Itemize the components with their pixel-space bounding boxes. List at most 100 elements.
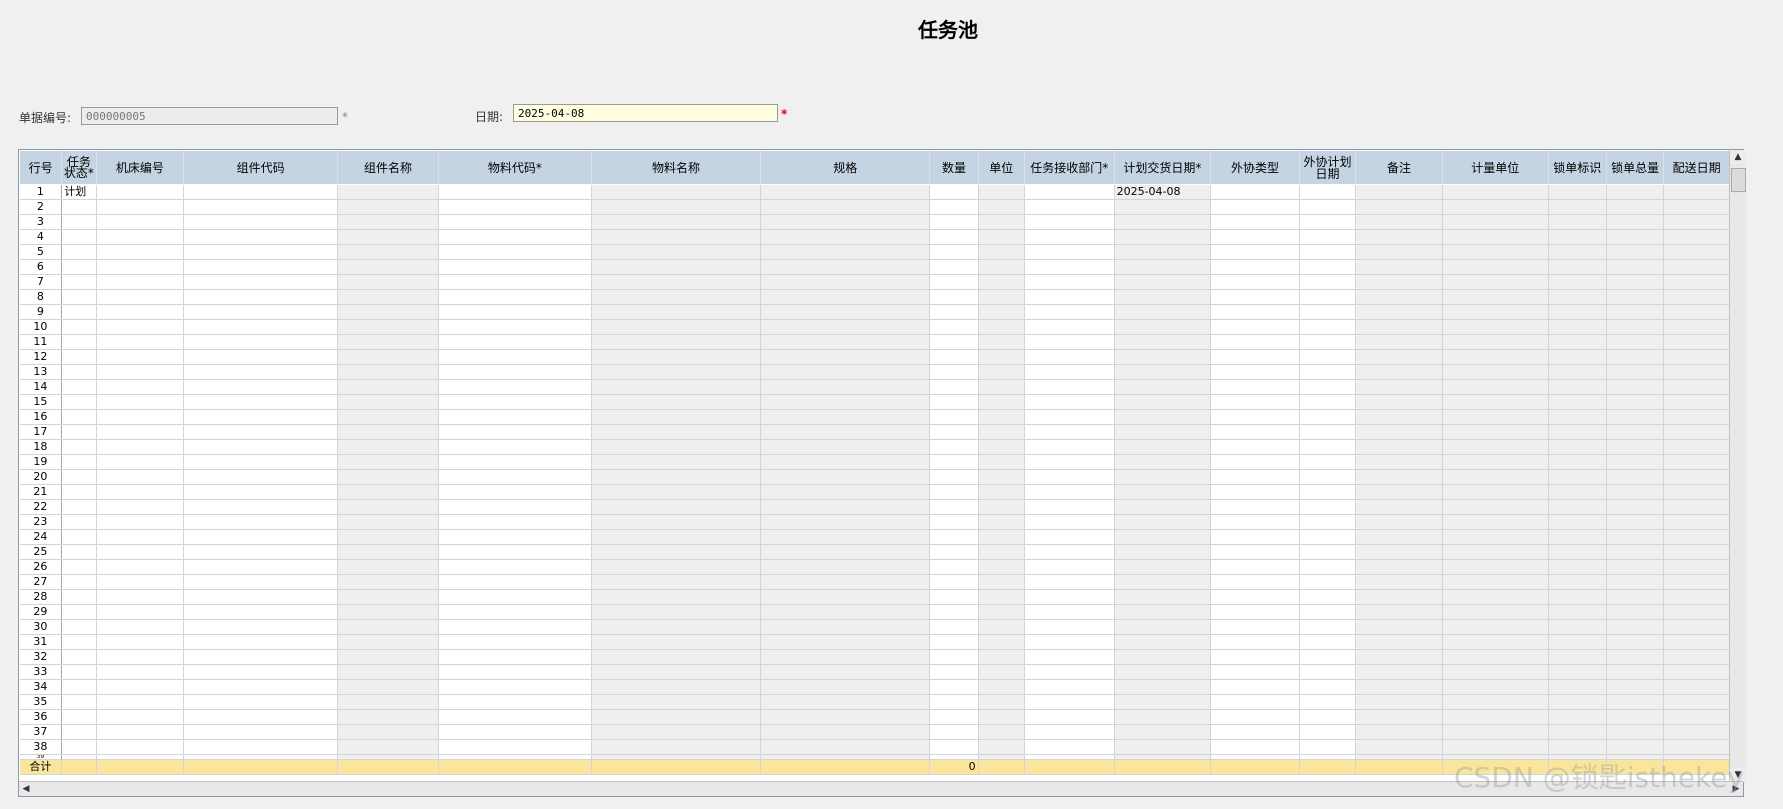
cell-unit[interactable] [978, 679, 1025, 695]
col-header-lock-total[interactable]: 锁单总量 [1605, 150, 1665, 185]
cell-planned-delivery-date[interactable] [1114, 634, 1212, 650]
cell-quantity[interactable] [929, 724, 979, 740]
cell-receiving-dept[interactable] [1024, 349, 1115, 365]
cell-outsource-plan-date[interactable] [1299, 634, 1357, 650]
cell-component-name[interactable] [337, 214, 439, 230]
cell-planned-delivery-date[interactable] [1114, 259, 1212, 275]
cell-lock-total[interactable] [1606, 544, 1665, 560]
cell-remark[interactable] [1355, 229, 1443, 245]
cell-unit[interactable] [978, 514, 1025, 530]
cell-component-code[interactable] [183, 394, 339, 410]
cell-quantity[interactable] [929, 319, 979, 335]
cell-remark[interactable] [1355, 739, 1443, 755]
cell-planned-delivery-date[interactable] [1114, 229, 1212, 245]
cell-unit[interactable] [978, 304, 1025, 320]
cell-lock-flag[interactable] [1548, 259, 1607, 275]
table-row[interactable]: 34 [19, 679, 1730, 695]
table-row[interactable]: 27 [19, 574, 1730, 590]
cell-unit[interactable] [978, 724, 1025, 740]
cell-machine-no[interactable] [96, 289, 185, 305]
col-header-remark[interactable]: 备注 [1355, 150, 1443, 185]
cell-measure-unit[interactable] [1442, 379, 1549, 395]
cell-receiving-dept[interactable] [1024, 544, 1115, 560]
col-header-outsource-type[interactable]: 外协类型 [1210, 150, 1300, 185]
cell-task-status[interactable] [61, 589, 97, 605]
cell-delivery-date[interactable] [1663, 649, 1730, 665]
table-row[interactable]: 25 [19, 544, 1730, 560]
cell-spec[interactable] [760, 634, 931, 650]
cell-receiving-dept[interactable] [1024, 379, 1115, 395]
cell-outsource-plan-date[interactable] [1299, 229, 1357, 245]
cell-lock-flag[interactable] [1548, 484, 1607, 500]
col-header-row-no[interactable]: 行号 [18, 150, 63, 185]
cell-task-status[interactable] [61, 499, 97, 515]
cell-quantity[interactable] [929, 379, 979, 395]
cell-machine-no[interactable] [96, 439, 185, 455]
cell-delivery-date[interactable] [1663, 304, 1730, 320]
date-field[interactable]: 2025-04-08 [513, 104, 778, 122]
cell-quantity[interactable] [929, 559, 979, 575]
cell-receiving-dept[interactable] [1024, 199, 1115, 215]
cell-measure-unit[interactable] [1442, 394, 1549, 410]
cell-material-code[interactable] [438, 259, 592, 275]
cell-receiving-dept[interactable] [1024, 499, 1115, 515]
cell-quantity[interactable] [929, 619, 979, 635]
cell-planned-delivery-date[interactable] [1114, 679, 1212, 695]
table-row[interactable]: 38 [19, 739, 1730, 755]
table-row[interactable]: 6 [19, 259, 1730, 275]
cell-material-name[interactable] [591, 694, 762, 710]
cell-spec[interactable] [760, 319, 931, 335]
cell-material-code[interactable] [438, 559, 592, 575]
cell-delivery-date[interactable] [1663, 484, 1730, 500]
cell-remark[interactable] [1355, 439, 1443, 455]
cell-outsource-type[interactable] [1210, 604, 1300, 620]
cell-spec[interactable] [760, 499, 931, 515]
cell-outsource-type[interactable] [1210, 424, 1300, 440]
cell-outsource-type[interactable] [1210, 289, 1300, 305]
cell-lock-total[interactable] [1606, 439, 1665, 455]
cell-spec[interactable] [760, 244, 931, 260]
table-row[interactable]: 11 [19, 334, 1730, 350]
cell-quantity[interactable] [929, 439, 979, 455]
table-row[interactable]: 9 [19, 304, 1730, 320]
cell-spec[interactable] [760, 214, 931, 230]
cell-material-name[interactable] [591, 724, 762, 740]
cell-outsource-type[interactable] [1210, 184, 1300, 200]
cell-component-code[interactable] [183, 619, 339, 635]
cell-lock-flag[interactable] [1548, 544, 1607, 560]
cell-lock-flag[interactable] [1548, 619, 1607, 635]
cell-material-code[interactable] [438, 394, 592, 410]
cell-spec[interactable] [760, 679, 931, 695]
cell-machine-no[interactable] [96, 619, 185, 635]
table-row[interactable]: 8 [19, 289, 1730, 305]
cell-lock-flag[interactable] [1548, 739, 1607, 755]
cell-unit[interactable] [978, 244, 1025, 260]
cell-quantity[interactable] [929, 259, 979, 275]
cell-material-name[interactable] [591, 424, 762, 440]
cell-task-status[interactable] [61, 199, 97, 215]
cell-lock-flag[interactable] [1548, 394, 1607, 410]
cell-remark[interactable] [1355, 589, 1443, 605]
cell-task-status[interactable]: 计划 [61, 184, 97, 200]
col-header-material-code[interactable]: 物料代码* [437, 150, 592, 185]
cell-spec[interactable] [760, 379, 931, 395]
cell-delivery-date[interactable] [1663, 289, 1730, 305]
cell-quantity[interactable] [929, 454, 979, 470]
cell-material-name[interactable] [591, 589, 762, 605]
cell-measure-unit[interactable] [1442, 334, 1549, 350]
cell-receiving-dept[interactable] [1024, 244, 1115, 260]
cell-measure-unit[interactable] [1442, 574, 1549, 590]
cell-measure-unit[interactable] [1442, 424, 1549, 440]
cell-quantity[interactable] [929, 349, 979, 365]
cell-outsource-type[interactable] [1210, 619, 1300, 635]
cell-spec[interactable] [760, 739, 931, 755]
cell-planned-delivery-date[interactable] [1114, 724, 1212, 740]
cell-outsource-type[interactable] [1210, 724, 1300, 740]
cell-lock-total[interactable] [1606, 454, 1665, 470]
cell-measure-unit[interactable] [1442, 184, 1549, 200]
cell-component-code[interactable] [183, 424, 339, 440]
cell-component-name[interactable] [337, 274, 439, 290]
cell-lock-total[interactable] [1606, 334, 1665, 350]
cell-component-name[interactable] [337, 439, 439, 455]
cell-component-code[interactable] [183, 694, 339, 710]
